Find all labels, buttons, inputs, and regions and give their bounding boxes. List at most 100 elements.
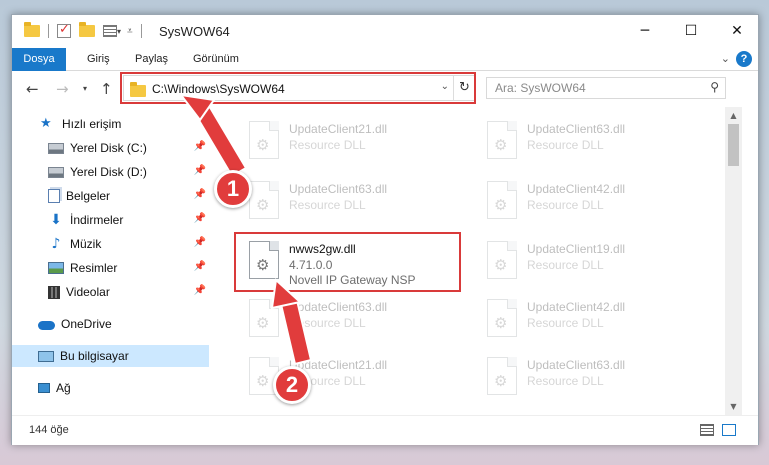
cloud-icon xyxy=(38,320,55,330)
computer-icon xyxy=(38,350,54,362)
list-item[interactable]: ⚙ UpdateClient63.dll Resource DLL xyxy=(477,117,697,165)
pin-icon[interactable]: 📌 xyxy=(194,141,206,152)
maximize-button[interactable]: ☐ xyxy=(668,15,714,47)
gear-icon: ⚙ xyxy=(494,256,508,274)
tab-home[interactable]: Giriş xyxy=(87,48,110,71)
file-name: UpdateClient63.dll xyxy=(289,300,388,314)
pin-icon[interactable]: 📌 xyxy=(194,165,206,176)
status-bar: 144 öğe xyxy=(12,415,758,445)
music-icon: ♪ xyxy=(51,236,61,252)
list-item[interactable]: ⚙ UpdateClient21.dll Resource DLL xyxy=(239,117,459,165)
sidebar-item-label: Videolar xyxy=(66,285,110,299)
search-input[interactable]: Ara: SysWOW64 xyxy=(495,81,586,95)
file-type: Resource DLL xyxy=(289,316,366,330)
dll-file-icon: ⚙ xyxy=(487,181,517,219)
ribbon-expand-icon[interactable]: ⌄ xyxy=(721,52,730,65)
ribbon-tabs: Dosya Giriş Paylaş Görünüm ⌄ ? xyxy=(12,48,758,71)
list-item[interactable]: ⚙ UpdateClient19.dll Resource DLL xyxy=(477,237,697,285)
gear-icon: ⚙ xyxy=(494,136,508,154)
toolbar-divider xyxy=(140,24,142,38)
sidebar-item-onedrive[interactable]: OneDrive xyxy=(12,313,209,335)
sidebar-item-music[interactable]: ♪ Müzik 📌 xyxy=(12,233,209,255)
list-item[interactable]: ⚙ UpdateClient63.dll Resource DLL xyxy=(239,177,459,225)
recent-locations-icon[interactable]: ▾ xyxy=(83,84,87,93)
sidebar-item-local-disk-c[interactable]: Yerel Disk (C:) 📌 xyxy=(12,137,209,159)
callout-number-2: 2 xyxy=(273,366,311,404)
dll-file-icon: ⚙ xyxy=(487,241,517,279)
star-icon: ★ xyxy=(40,116,52,131)
chevron-down-icon[interactable]: ▾ xyxy=(117,27,121,36)
forward-arrow-icon[interactable]: → xyxy=(56,80,69,98)
close-button[interactable]: ✕ xyxy=(714,15,760,47)
file-name: UpdateClient42.dll xyxy=(527,300,626,314)
tab-view[interactable]: Görünüm xyxy=(193,48,239,71)
downloads-icon: ⬇ xyxy=(50,212,62,228)
minimize-button[interactable]: ─ xyxy=(622,15,668,47)
quick-access-toolbar: ▾ ⩡ xyxy=(24,22,142,40)
back-arrow-icon[interactable]: ← xyxy=(26,80,39,98)
file-type: Resource DLL xyxy=(289,138,366,152)
list-item[interactable]: ⚙ UpdateClient42.dll Resource DLL xyxy=(477,177,697,225)
scroll-up-icon[interactable]: ▲ xyxy=(725,107,742,124)
gear-icon: ⚙ xyxy=(494,314,508,332)
file-type: Resource DLL xyxy=(527,258,604,272)
customize-toolbar-icon[interactable]: ⩡ xyxy=(127,26,133,37)
drive-icon xyxy=(48,166,64,178)
pin-icon[interactable]: 📌 xyxy=(194,213,206,224)
sidebar-item-label: OneDrive xyxy=(61,317,112,331)
file-type: Resource DLL xyxy=(527,138,604,152)
up-arrow-icon[interactable]: ↑ xyxy=(100,80,113,98)
file-type: Resource DLL xyxy=(527,198,604,212)
sidebar-item-network[interactable]: Ağ xyxy=(12,377,209,399)
tab-share[interactable]: Paylaş xyxy=(135,48,168,71)
scroll-down-icon[interactable]: ▼ xyxy=(725,398,742,415)
gear-icon: ⚙ xyxy=(256,196,270,214)
pin-icon[interactable]: 📌 xyxy=(194,285,206,296)
sidebar-item-label: Bu bilgisayar xyxy=(60,349,129,363)
properties-check-icon[interactable] xyxy=(57,22,71,38)
network-icon xyxy=(38,383,50,393)
pictures-icon xyxy=(48,262,64,274)
new-folder-icon[interactable] xyxy=(79,22,95,37)
title-bar: ▾ ⩡ SysWOW64 ─ ☐ ✕ xyxy=(12,15,758,48)
sidebar-item-pictures[interactable]: Resimler 📌 xyxy=(12,257,209,279)
search-box[interactable]: Ara: SysWOW64 ⚲ xyxy=(486,77,726,99)
videos-icon xyxy=(48,285,60,299)
large-icons-view-icon[interactable] xyxy=(722,424,736,436)
file-name: UpdateClient21.dll xyxy=(289,122,388,136)
file-name: UpdateClient42.dll xyxy=(527,182,626,196)
scroll-thumb[interactable] xyxy=(728,124,739,166)
documents-icon xyxy=(48,189,60,203)
sidebar-item-local-disk-d[interactable]: Yerel Disk (D:) 📌 xyxy=(12,161,209,183)
sidebar-item-label: Yerel Disk (D:) xyxy=(70,165,147,179)
pin-icon[interactable]: 📌 xyxy=(194,237,206,248)
sidebar-item-downloads[interactable]: ⬇ İndirmeler 📌 xyxy=(12,209,209,231)
properties-icon[interactable] xyxy=(103,25,117,37)
sidebar-item-documents[interactable]: Belgeler 📌 xyxy=(12,185,209,207)
file-highlight xyxy=(234,232,461,292)
file-name: UpdateClient63.dll xyxy=(527,358,626,372)
sidebar-item-this-pc[interactable]: Bu bilgisayar xyxy=(12,345,209,367)
file-name: UpdateClient63.dll xyxy=(289,182,388,196)
list-item[interactable]: ⚙ UpdateClient42.dll Resource DLL xyxy=(477,295,697,343)
list-item[interactable]: ⚙ UpdateClient21.dll Resource DLL xyxy=(239,353,459,401)
tab-file[interactable]: Dosya xyxy=(12,48,66,71)
window-title: SysWOW64 xyxy=(159,24,230,39)
sidebar-item-label: Resimler xyxy=(70,261,118,275)
sidebar-item-videos[interactable]: Videolar 📌 xyxy=(12,281,209,303)
item-count: 144 öğe xyxy=(29,424,69,436)
details-view-icon[interactable] xyxy=(700,424,714,436)
dll-file-icon: ⚙ xyxy=(487,357,517,395)
toolbar-divider xyxy=(48,24,49,38)
help-icon[interactable]: ? xyxy=(736,51,752,67)
file-type: Resource DLL xyxy=(289,198,366,212)
sidebar-item-quick-access[interactable]: ★ Hızlı erişim xyxy=(12,113,209,135)
pin-icon[interactable]: 📌 xyxy=(194,261,206,272)
dll-file-icon: ⚙ xyxy=(249,181,279,219)
list-item[interactable]: ⚙ UpdateClient63.dll Resource DLL xyxy=(477,353,697,401)
list-item[interactable]: ⚙ UpdateClient63.dll Resource DLL xyxy=(239,295,459,343)
drive-icon xyxy=(48,142,64,154)
search-icon[interactable]: ⚲ xyxy=(710,80,719,94)
vertical-scrollbar[interactable]: ▲ ▼ xyxy=(725,107,742,415)
pin-icon[interactable]: 📌 xyxy=(194,189,206,200)
